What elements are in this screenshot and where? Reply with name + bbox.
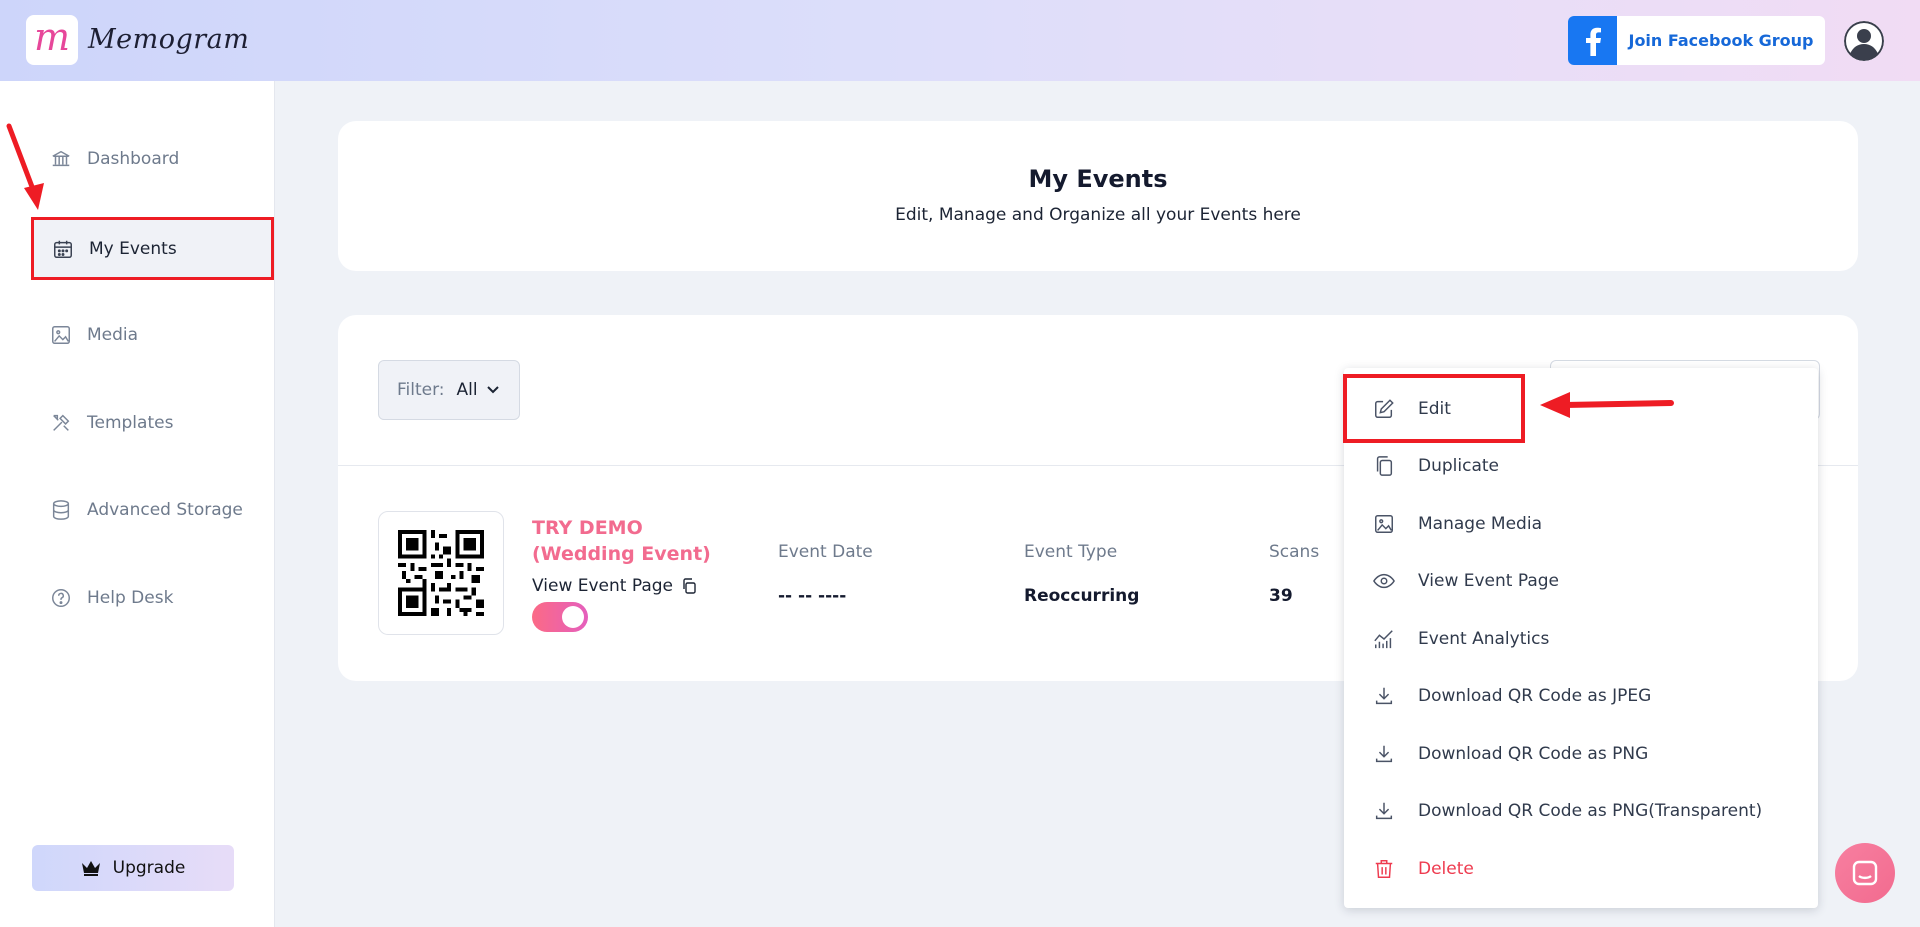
menu-item-download-png-transparent[interactable]: Download QR Code as PNG(Transparent) bbox=[1344, 786, 1818, 836]
event-name[interactable]: TRY DEMO (Wedding Event) bbox=[532, 515, 752, 567]
sidebar-item-label: My Events bbox=[89, 238, 177, 259]
trash-icon bbox=[1372, 857, 1396, 881]
scans-value: 39 bbox=[1269, 586, 1293, 606]
sidebar-item-label: Templates bbox=[87, 413, 174, 433]
app-logo[interactable]: m bbox=[26, 15, 78, 65]
chevron-down-icon bbox=[486, 386, 499, 394]
event-qr-code[interactable] bbox=[378, 511, 504, 635]
chat-icon bbox=[1852, 860, 1878, 886]
qr-code-icon bbox=[398, 530, 484, 616]
sidebar-item-label: Help Desk bbox=[87, 588, 174, 608]
facebook-f-icon bbox=[1568, 16, 1617, 65]
menu-item-label: Download QR Code as JPEG bbox=[1418, 686, 1652, 706]
event-date-value: -- -- ---- bbox=[778, 586, 847, 606]
sidebar-item-advanced-storage[interactable]: Advanced Storage bbox=[32, 480, 272, 540]
menu-item-label: Download QR Code as PNG bbox=[1418, 744, 1649, 764]
question-circle-icon bbox=[49, 586, 73, 610]
menu-item-view-event-page[interactable]: View Event Page bbox=[1344, 556, 1818, 606]
sidebar-item-dashboard[interactable]: Dashboard bbox=[32, 129, 272, 189]
menu-item-label: Duplicate bbox=[1418, 456, 1499, 476]
image-icon bbox=[49, 323, 73, 347]
menu-item-manage-media[interactable]: Manage Media bbox=[1344, 499, 1818, 549]
duplicate-icon bbox=[1372, 454, 1396, 478]
menu-item-label: Manage Media bbox=[1418, 514, 1542, 534]
bank-icon bbox=[49, 147, 73, 171]
upgrade-button[interactable]: Upgrade bbox=[32, 845, 234, 891]
event-type-value: Reoccurring bbox=[1024, 586, 1140, 606]
copy-icon[interactable] bbox=[681, 578, 697, 594]
menu-item-label: Event Analytics bbox=[1418, 629, 1550, 649]
upgrade-label: Upgrade bbox=[112, 858, 186, 878]
chat-support-button[interactable] bbox=[1835, 843, 1895, 903]
menu-item-delete[interactable]: Delete bbox=[1344, 844, 1818, 894]
image-icon bbox=[1372, 512, 1396, 536]
page-header-card: My Events Edit, Manage and Organize all … bbox=[338, 121, 1858, 271]
user-avatar-icon[interactable] bbox=[1844, 21, 1884, 61]
analytics-icon bbox=[1372, 627, 1396, 651]
scans-label: Scans bbox=[1269, 542, 1320, 562]
event-enabled-toggle[interactable] bbox=[532, 602, 588, 632]
page-subtitle: Edit, Manage and Organize all your Event… bbox=[895, 205, 1301, 225]
menu-item-label: View Event Page bbox=[1418, 571, 1560, 591]
edit-highlight-box bbox=[1343, 374, 1525, 443]
tools-icon bbox=[49, 411, 73, 435]
download-icon bbox=[1372, 684, 1396, 708]
menu-item-duplicate[interactable]: Duplicate bbox=[1344, 441, 1818, 491]
sidebar-item-templates[interactable]: Templates bbox=[32, 393, 272, 453]
sidebar: Dashboard My Events Media Templates Adva… bbox=[0, 81, 275, 927]
sidebar-item-help-desk[interactable]: Help Desk bbox=[32, 568, 272, 628]
view-event-page-link[interactable]: View Event Page bbox=[532, 576, 697, 596]
sidebar-item-label: Advanced Storage bbox=[87, 500, 243, 520]
sidebar-item-media[interactable]: Media bbox=[32, 305, 272, 365]
menu-item-label: Delete bbox=[1418, 859, 1474, 879]
menu-item-download-png[interactable]: Download QR Code as PNG bbox=[1344, 729, 1818, 779]
database-icon bbox=[49, 498, 73, 522]
app-name: Memogram bbox=[88, 24, 250, 55]
sidebar-item-label: Media bbox=[87, 325, 139, 345]
menu-item-label: Download QR Code as PNG(Transparent) bbox=[1418, 801, 1763, 821]
event-type-label: Event Type bbox=[1024, 542, 1118, 562]
event-date-label: Event Date bbox=[778, 542, 873, 562]
join-facebook-group-button[interactable]: Join Facebook Group bbox=[1568, 16, 1825, 65]
filter-dropdown[interactable]: Filter: All bbox=[378, 360, 520, 420]
event-actions-menu: Edit Duplicate Manage Media View Event P… bbox=[1344, 368, 1818, 908]
logo-letter: m bbox=[33, 15, 71, 59]
crown-icon bbox=[81, 861, 100, 876]
download-icon bbox=[1372, 799, 1396, 823]
eye-icon bbox=[1372, 569, 1396, 593]
filter-value: All bbox=[456, 380, 478, 400]
filter-label: Filter: bbox=[397, 380, 445, 400]
download-icon bbox=[1372, 742, 1396, 766]
view-event-page-label: View Event Page bbox=[532, 576, 674, 596]
sidebar-item-my-events[interactable]: My Events bbox=[31, 217, 274, 280]
top-header: m Memogram Join Facebook Group bbox=[0, 0, 1920, 81]
facebook-button-label: Join Facebook Group bbox=[1628, 31, 1814, 50]
page-title: My Events bbox=[1028, 165, 1168, 193]
sidebar-item-label: Dashboard bbox=[87, 149, 180, 169]
calendar-icon bbox=[51, 237, 75, 261]
menu-item-download-jpeg[interactable]: Download QR Code as JPEG bbox=[1344, 671, 1818, 721]
menu-item-event-analytics[interactable]: Event Analytics bbox=[1344, 614, 1818, 664]
